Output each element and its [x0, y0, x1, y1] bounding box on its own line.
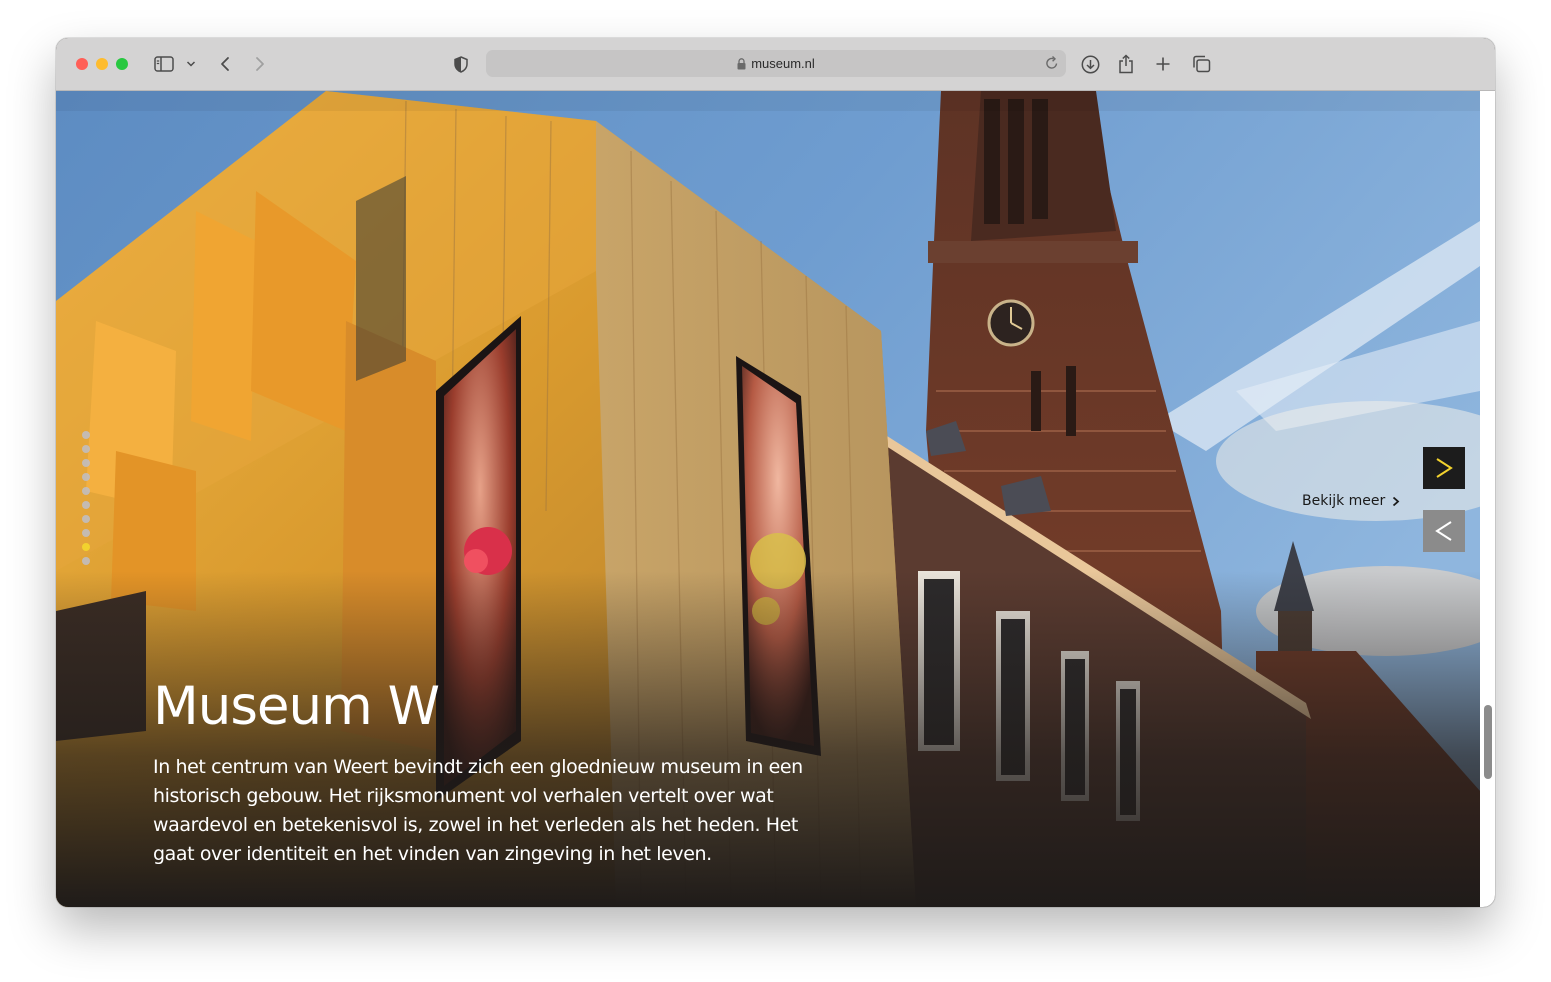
slide-dot[interactable]	[82, 459, 90, 467]
slide-dot[interactable]	[82, 431, 90, 439]
minimize-window-button[interactable]	[96, 58, 108, 70]
address-bar[interactable]: museum.nl	[486, 50, 1066, 77]
browser-window: museum.nl Museum W In het centrum van We…	[56, 38, 1495, 907]
chevron-right-icon	[1436, 458, 1453, 478]
chevron-left-icon	[1435, 521, 1452, 541]
previous-slide-button[interactable]	[1423, 510, 1465, 552]
hero-slider: Museum W In het centrum van Weert bevind…	[56, 91, 1480, 907]
hero-title: Museum W	[153, 676, 440, 737]
url-text: museum.nl	[751, 56, 815, 71]
reload-icon[interactable]	[1045, 55, 1059, 70]
slide-dot-active[interactable]	[82, 543, 90, 551]
close-window-button[interactable]	[76, 58, 88, 70]
slide-dot[interactable]	[82, 487, 90, 495]
next-slide-button[interactable]	[1423, 447, 1465, 489]
more-link-label: Bekijk meer	[1302, 493, 1386, 509]
lock-icon	[737, 57, 746, 70]
browser-toolbar: museum.nl	[56, 38, 1495, 91]
privacy-shield-icon[interactable]	[452, 52, 470, 76]
chevron-right-icon	[1392, 496, 1400, 507]
slide-dot[interactable]	[82, 473, 90, 481]
hero-description: In het centrum van Weert bevindt zich ee…	[153, 756, 803, 865]
zoom-window-button[interactable]	[116, 58, 128, 70]
slide-dot[interactable]	[82, 501, 90, 509]
forward-icon[interactable]	[251, 52, 269, 76]
share-icon[interactable]	[1116, 52, 1136, 76]
new-tab-icon[interactable]	[1153, 52, 1173, 76]
back-icon[interactable]	[216, 52, 234, 76]
slide-dot[interactable]	[82, 515, 90, 523]
page-content: Museum W In het centrum van Weert bevind…	[56, 91, 1495, 907]
tab-overview-icon[interactable]	[1190, 52, 1212, 76]
scrollbar-thumb[interactable]	[1484, 705, 1492, 779]
scrollbar[interactable]	[1480, 91, 1495, 907]
slide-dot[interactable]	[82, 529, 90, 537]
download-icon[interactable]	[1079, 52, 1101, 76]
slide-indicator	[82, 431, 92, 571]
chevron-down-icon[interactable]	[185, 52, 197, 76]
bekijk-meer-link[interactable]: Bekijk meer	[1302, 493, 1400, 509]
slide-dot[interactable]	[82, 557, 90, 565]
sidebar-icon[interactable]	[152, 52, 176, 76]
slide-dot[interactable]	[82, 445, 90, 453]
